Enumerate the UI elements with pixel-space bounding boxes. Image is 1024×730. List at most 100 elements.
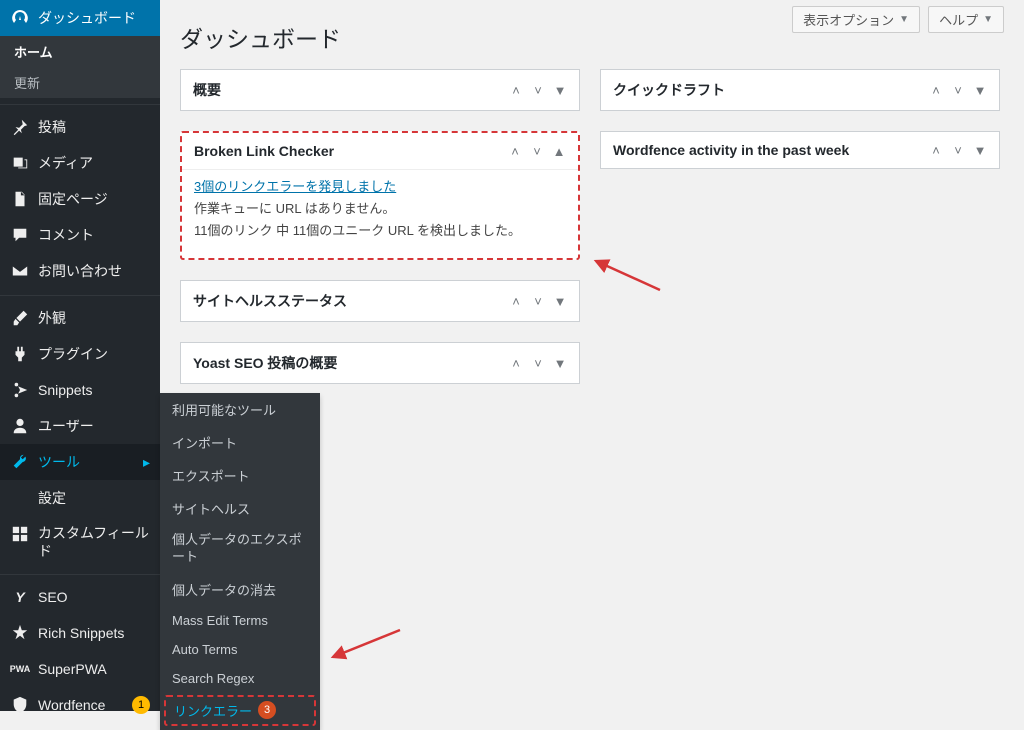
screen-options-button[interactable]: 表示オプション▼ xyxy=(792,6,920,33)
tools-flyout: 利用可能なツール インポート エクスポート サイトヘルス 個人データのエクスポー… xyxy=(160,393,320,730)
flyout-link-errors-label: リンクエラー xyxy=(174,701,252,720)
right-column: クイックドラフト ˄ ˅ ▼ Wordfence activity in the… xyxy=(600,69,1000,404)
menu-media[interactable]: メディア xyxy=(0,145,160,181)
grid-icon xyxy=(10,524,30,544)
metabox-header[interactable]: サイトヘルスステータス ˄ ˅ ▼ xyxy=(181,281,579,321)
flyout-search-regex[interactable]: Search Regex xyxy=(160,664,320,693)
metabox-header[interactable]: クイックドラフト ˄ ˅ ▼ xyxy=(601,70,999,110)
menu-label: カスタムフィールド xyxy=(38,524,150,560)
plugin-icon xyxy=(10,344,30,364)
chevron-down-icon: ▼ xyxy=(899,14,909,25)
menu-label: 外観 xyxy=(38,308,150,328)
menu-wordfence[interactable]: Wordfence1 xyxy=(0,687,160,723)
move-up-icon[interactable]: ˄ xyxy=(509,294,523,309)
toggle-icon[interactable]: ▼ xyxy=(553,294,567,309)
metabox-overview: 概要 ˄ ˅ ▼ xyxy=(180,69,580,111)
flyout-link-errors-highlighted[interactable]: リンクエラー 3 xyxy=(164,695,316,726)
left-column: 概要 ˄ ˅ ▼ Broken Link Checker ˄ ˅ ▲ xyxy=(180,69,580,404)
flyout-import[interactable]: インポート xyxy=(160,426,320,459)
metabox-controls: ˄ ˅ ▼ xyxy=(929,143,987,158)
submenu-update[interactable]: 更新 xyxy=(0,67,160,98)
badge-count: 1 xyxy=(132,696,150,714)
menu-snippets[interactable]: Snippets xyxy=(0,372,160,408)
metabox-title: Wordfence activity in the past week xyxy=(613,142,929,158)
move-up-icon[interactable]: ˄ xyxy=(509,83,523,98)
menu-label: 固定ページ xyxy=(38,189,150,209)
metabox-yoast: Yoast SEO 投稿の概要 ˄ ˅ ▼ xyxy=(180,342,580,384)
link-errors-link[interactable]: 3個のリンクエラーを発見しました xyxy=(194,179,396,194)
link-count-text: 11個のリンク 中 11個のユニーク URL を検出しました。 xyxy=(194,223,521,238)
menu-settings[interactable]: 設定 xyxy=(0,480,160,516)
dashboard-columns: 概要 ˄ ˅ ▼ Broken Link Checker ˄ ˅ ▲ xyxy=(180,69,1004,404)
flyout-indicator: ▸ xyxy=(143,454,150,471)
menu-label: コメント xyxy=(38,225,150,245)
metabox-controls: ˄ ˅ ▼ xyxy=(929,83,987,98)
dashboard-submenu: ホーム 更新 xyxy=(0,36,160,98)
menu-contact[interactable]: お問い合わせ xyxy=(0,253,160,289)
menu-rich-snippets[interactable]: Rich Snippets xyxy=(0,615,160,651)
menu-comments[interactable]: コメント xyxy=(0,217,160,253)
flyout-export-personal[interactable]: 個人データのエクスポート xyxy=(160,525,320,573)
move-down-icon[interactable]: ˅ xyxy=(531,83,545,98)
toggle-icon[interactable]: ▼ xyxy=(553,83,567,98)
yoast-icon: Y xyxy=(10,587,30,607)
move-up-icon[interactable]: ˄ xyxy=(929,83,943,98)
flyout-site-health[interactable]: サイトヘルス xyxy=(160,492,320,525)
flyout-export[interactable]: エクスポート xyxy=(160,459,320,492)
admin-sidebar: ダッシュボード ホーム 更新 投稿 メディア 固定ページ コメント お問い合わせ… xyxy=(0,0,160,711)
submenu-home[interactable]: ホーム xyxy=(0,36,160,67)
move-up-icon[interactable]: ˄ xyxy=(509,356,523,371)
metabox-title: Broken Link Checker xyxy=(194,143,508,159)
menu-users[interactable]: ユーザー xyxy=(0,408,160,444)
flyout-auto-terms[interactable]: Auto Terms xyxy=(160,635,320,664)
flyout-erase-personal[interactable]: 個人データの消去 xyxy=(160,573,320,606)
menu-superpwa[interactable]: PWA SuperPWA xyxy=(0,651,160,687)
metabox-site-health: サイトヘルスステータス ˄ ˅ ▼ xyxy=(180,280,580,322)
move-down-icon[interactable]: ˅ xyxy=(531,356,545,371)
annotation-arrow-2 xyxy=(325,625,405,670)
move-down-icon[interactable]: ˅ xyxy=(951,143,965,158)
metabox-header[interactable]: Wordfence activity in the past week ˄ ˅ … xyxy=(601,132,999,168)
move-down-icon[interactable]: ˅ xyxy=(530,144,544,159)
menu-tools[interactable]: ツール▸ xyxy=(0,444,160,480)
move-up-icon[interactable]: ˄ xyxy=(929,143,943,158)
metabox-controls: ˄ ˅ ▼ xyxy=(509,294,567,309)
metabox-controls: ˄ ˅ ▲ xyxy=(508,144,566,159)
metabox-header[interactable]: Broken Link Checker ˄ ˅ ▲ xyxy=(182,133,578,170)
menu-label: Rich Snippets xyxy=(38,625,150,641)
badge-count: 3 xyxy=(258,701,276,719)
menu-label: SEO xyxy=(38,589,150,605)
menu-label: 投稿 xyxy=(38,117,150,137)
menu-label: ユーザー xyxy=(38,416,150,436)
toggle-icon[interactable]: ▼ xyxy=(973,83,987,98)
dashboard-icon xyxy=(10,8,30,28)
menu-label: Snippets xyxy=(38,382,150,398)
menu-custom-fields[interactable]: カスタムフィールド xyxy=(0,516,160,568)
flyout-mass-edit[interactable]: Mass Edit Terms xyxy=(160,606,320,635)
toggle-icon[interactable]: ▼ xyxy=(553,356,567,371)
mail-icon xyxy=(10,261,30,281)
menu-posts[interactable]: 投稿 xyxy=(0,109,160,145)
metabox-header[interactable]: Yoast SEO 投稿の概要 ˄ ˅ ▼ xyxy=(181,343,579,383)
menu-pages[interactable]: 固定ページ xyxy=(0,181,160,217)
metabox-header[interactable]: 概要 ˄ ˅ ▼ xyxy=(181,70,579,110)
toggle-icon[interactable]: ▲ xyxy=(552,144,566,159)
page-icon xyxy=(10,189,30,209)
menu-seo[interactable]: Y SEO xyxy=(0,579,160,615)
metabox-broken-link-checker: Broken Link Checker ˄ ˅ ▲ 3個のリンクエラーを発見しま… xyxy=(180,131,580,260)
menu-appearance[interactable]: 外観 xyxy=(0,300,160,336)
move-down-icon[interactable]: ˅ xyxy=(951,83,965,98)
menu-plugins[interactable]: プラグイン xyxy=(0,336,160,372)
queue-status-text: 作業キューに URL はありません。 xyxy=(194,201,395,216)
menu-dashboard[interactable]: ダッシュボード xyxy=(0,0,160,36)
sliders-icon xyxy=(10,488,30,508)
move-up-icon[interactable]: ˄ xyxy=(508,144,522,159)
metabox-title: 概要 xyxy=(193,80,509,100)
move-down-icon[interactable]: ˅ xyxy=(531,294,545,309)
help-button[interactable]: ヘルプ▼ xyxy=(928,6,1004,33)
menu-label: SuperPWA xyxy=(38,661,150,677)
metabox-body: 3個のリンクエラーを発見しました 作業キューに URL はありません。 11個の… xyxy=(182,170,578,258)
toggle-icon[interactable]: ▼ xyxy=(973,143,987,158)
menu-label: メディア xyxy=(38,153,150,173)
pwa-icon: PWA xyxy=(10,659,30,679)
